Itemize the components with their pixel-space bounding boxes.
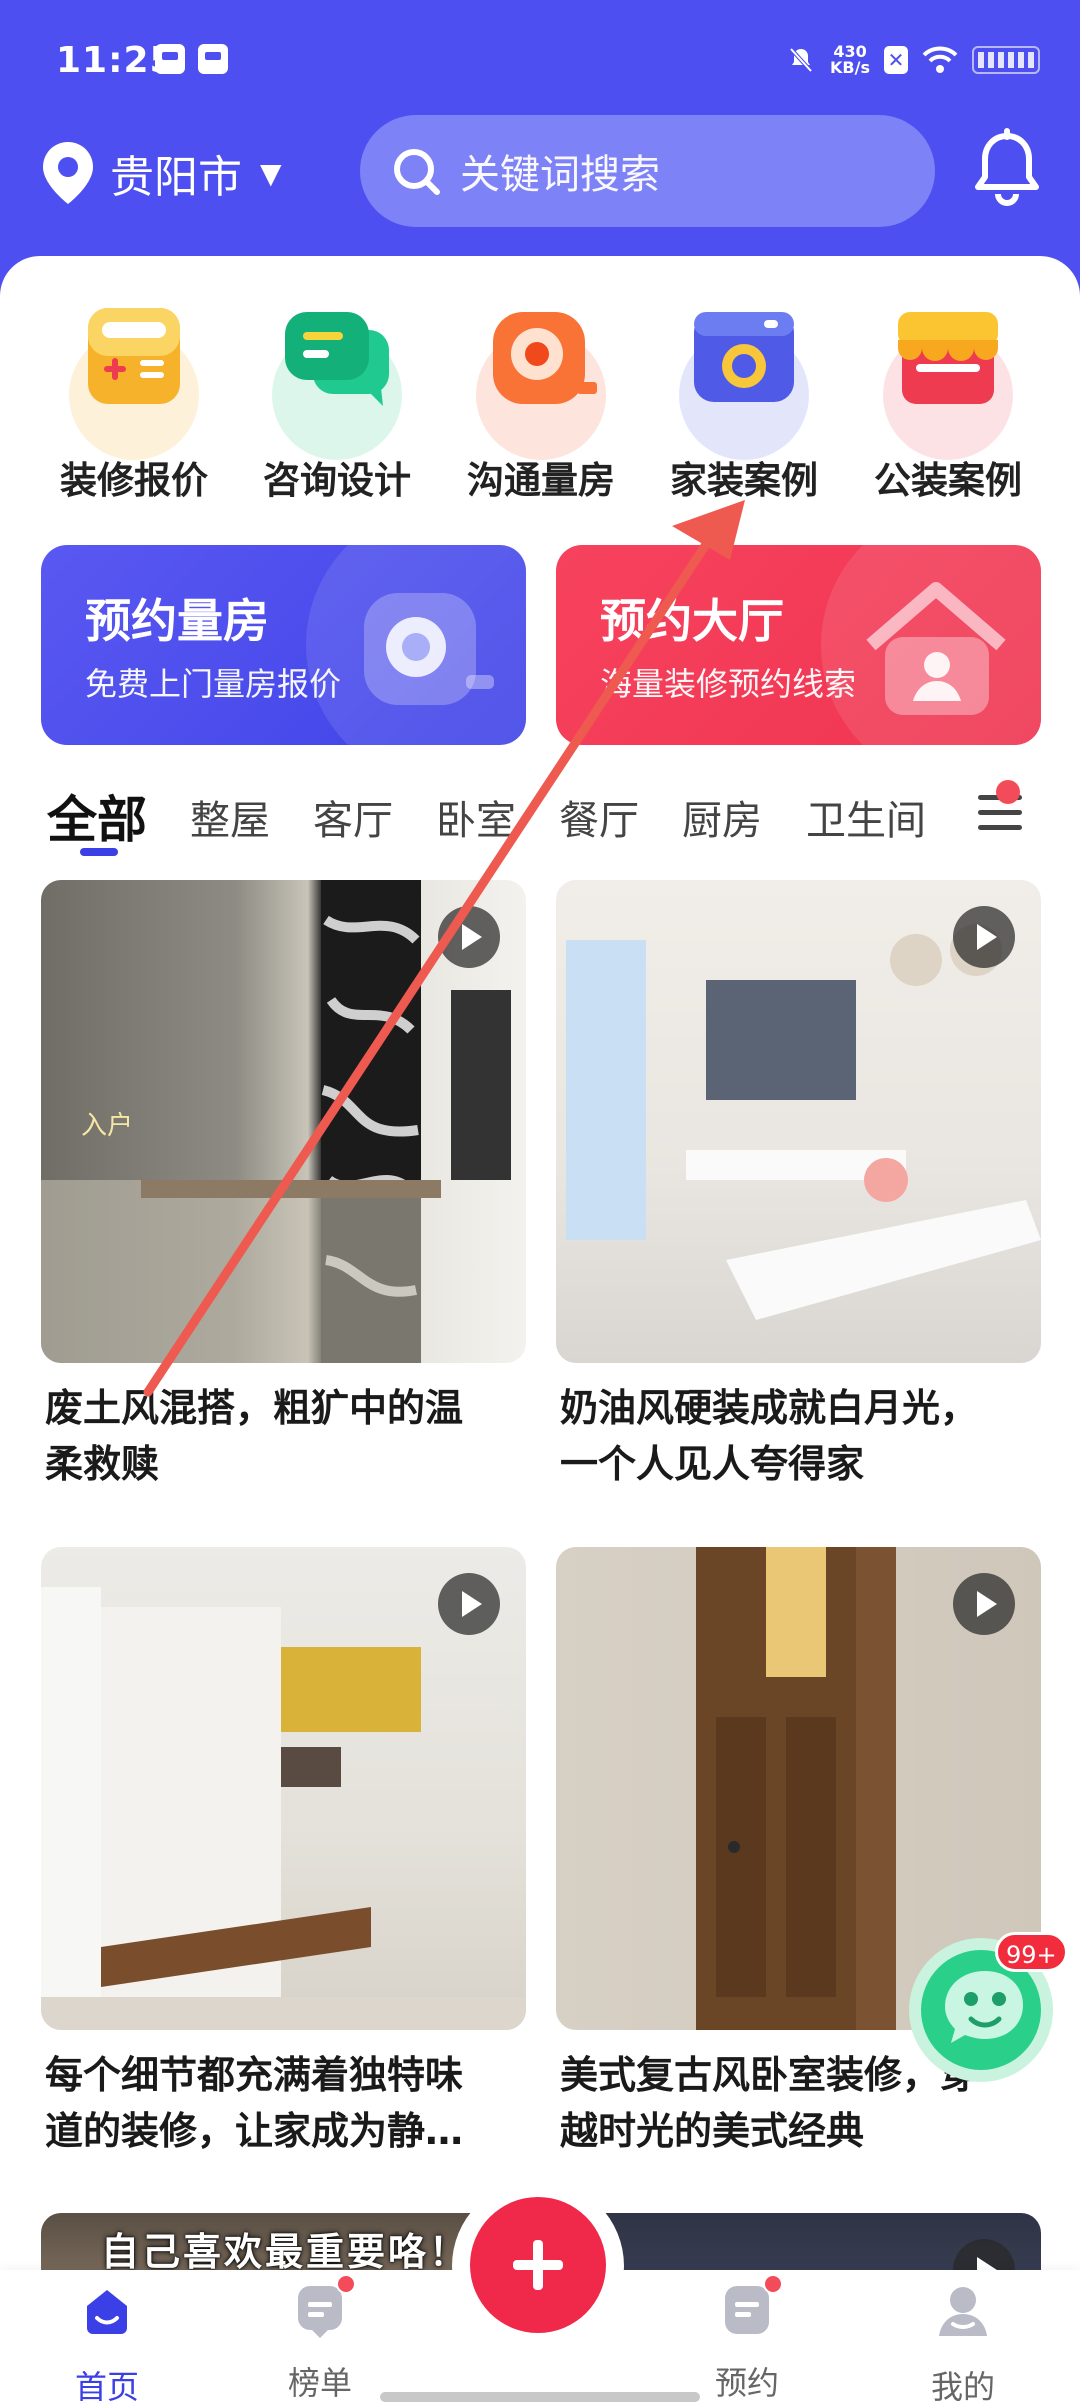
nav-label: 榜单: [287, 2364, 352, 2402]
battery-icon: [972, 46, 1040, 74]
add-button[interactable]: [470, 2197, 606, 2333]
city-label: 贵阳市: [110, 152, 242, 203]
mute-bell-icon: [789, 47, 813, 73]
tab-bathroom[interactable]: 卫生间: [806, 788, 926, 846]
notification-icon: [155, 44, 185, 74]
play-icon: [438, 1573, 500, 1635]
message-icon: [198, 44, 228, 74]
nav-badge: [763, 2274, 783, 2294]
nav-profile[interactable]: 我的: [893, 2280, 1033, 2408]
quick-action-label: 公装案例: [874, 459, 1022, 502]
case-thumbnail: 入户: [41, 880, 526, 1363]
play-icon: [438, 906, 500, 968]
tab-active-indicator: [80, 848, 118, 856]
case-thumbnail: [41, 1547, 526, 2030]
calculator-icon: [88, 308, 180, 404]
search-bar[interactable]: 关键词搜索: [360, 115, 935, 227]
tab-bedroom[interactable]: 卧室: [436, 788, 516, 846]
case-title-line: 柔救赎: [45, 1442, 160, 1486]
appointment-icon: [717, 2274, 783, 2340]
wifi-icon: [922, 46, 958, 73]
search-icon: [394, 149, 440, 195]
storefront-icon: [898, 312, 998, 404]
tape-measure-icon: [493, 312, 597, 404]
status-bar: 11:25 430 KB/s ✕: [0, 0, 1080, 120]
status-right: 430 KB/s ✕: [786, 40, 1040, 80]
case-title-line: 废土风混搭，粗犷中的温: [45, 1386, 464, 1430]
banner-book-measure[interactable]: 预约量房 免费上门量房报价: [41, 545, 526, 745]
banner-subtitle: 海量装修预约线索: [600, 665, 857, 703]
nav-label: 我的: [930, 2368, 995, 2406]
case-title: 每个细节都充满着独特味 道的装修，让家成为静…: [45, 2047, 525, 2159]
category-tabs: 全部 整屋 客厅 卧室 餐厅 厨房 卫生间: [0, 780, 1080, 860]
tab-living-room[interactable]: 客厅: [313, 788, 393, 846]
nav-home[interactable]: 首页: [37, 2280, 177, 2408]
nav-ranking[interactable]: 榜单: [250, 2274, 390, 2404]
tab-kitchen[interactable]: 厨房: [682, 788, 762, 846]
nav-badge: [336, 2274, 356, 2294]
house-person-icon: [866, 582, 1006, 715]
play-icon: [953, 906, 1015, 968]
case-title-line: 一个人见人夸得家: [560, 1442, 865, 1486]
nav-appointment[interactable]: 预约: [677, 2274, 817, 2404]
home-indicator: [380, 2392, 700, 2402]
camera-icon: [694, 312, 794, 402]
case-title-line: 越时光的美式经典: [560, 2109, 865, 2153]
caret-down-icon: ▼: [260, 156, 282, 190]
tape-measure-icon: [364, 593, 494, 705]
category-menu-badge: [996, 780, 1020, 804]
case-title: 废土风混搭，粗犷中的温 柔救赎: [45, 1380, 525, 1492]
sim-icon: ✕: [884, 46, 908, 74]
banner-booking-hall[interactable]: 预约大厅 海量装修预约线索: [556, 545, 1041, 745]
tab-whole-house[interactable]: 整屋: [190, 788, 270, 846]
quick-action-label: 咨询设计: [263, 459, 411, 502]
net-speed: 430 KB/s: [830, 44, 870, 76]
banner-title: 预约大厅: [600, 594, 784, 648]
ranking-icon: [290, 2274, 356, 2340]
case-title-line: 每个细节都充满着独特味: [45, 2053, 464, 2097]
quick-action-label: 装修报价: [60, 459, 208, 502]
header: 11:25 430 KB/s ✕ 贵阳市 ▼ 关键词搜索: [0, 0, 1080, 300]
case-thumbnail: [556, 880, 1041, 1363]
peek-overlay-text: 自己喜欢最重要咯！: [101, 2230, 471, 2274]
play-icon: [953, 1573, 1015, 1635]
quick-actions: 装修报价 咨询设计 沟通量房 家装案例 公装案例: [0, 290, 1080, 510]
location-pin-icon: [43, 142, 93, 204]
quick-action-label: 沟通量房: [467, 459, 615, 502]
nav-label: 首页: [74, 2368, 139, 2406]
tab-dining-room[interactable]: 餐厅: [559, 788, 639, 846]
banner-subtitle: 免费上门量房报价: [85, 665, 342, 703]
net-speed-unit: KB/s: [830, 58, 870, 77]
city-selector[interactable]: 贵阳市 ▼: [40, 140, 282, 206]
quick-action-label: 家装案例: [670, 459, 818, 502]
home-icon: [87, 2290, 127, 2334]
case-overlay-label: 入户: [81, 1111, 134, 1141]
profile-icon: [939, 2287, 987, 2336]
bell-icon[interactable]: [970, 128, 1044, 208]
tab-all[interactable]: 全部: [47, 780, 147, 852]
banner-title: 预约量房: [85, 594, 269, 648]
case-title: 奶油风硬装成就白月光， 一个人见人夸得家: [560, 1380, 1040, 1492]
chat-bubbles-icon: [285, 312, 389, 406]
chat-unread-badge: 99+: [995, 1932, 1068, 1972]
case-title-line: 道的装修，让家成为静…: [45, 2109, 464, 2153]
search-placeholder: 关键词搜索: [460, 152, 660, 198]
case-title-line: 奶油风硬装成就白月光，: [560, 1386, 979, 1430]
